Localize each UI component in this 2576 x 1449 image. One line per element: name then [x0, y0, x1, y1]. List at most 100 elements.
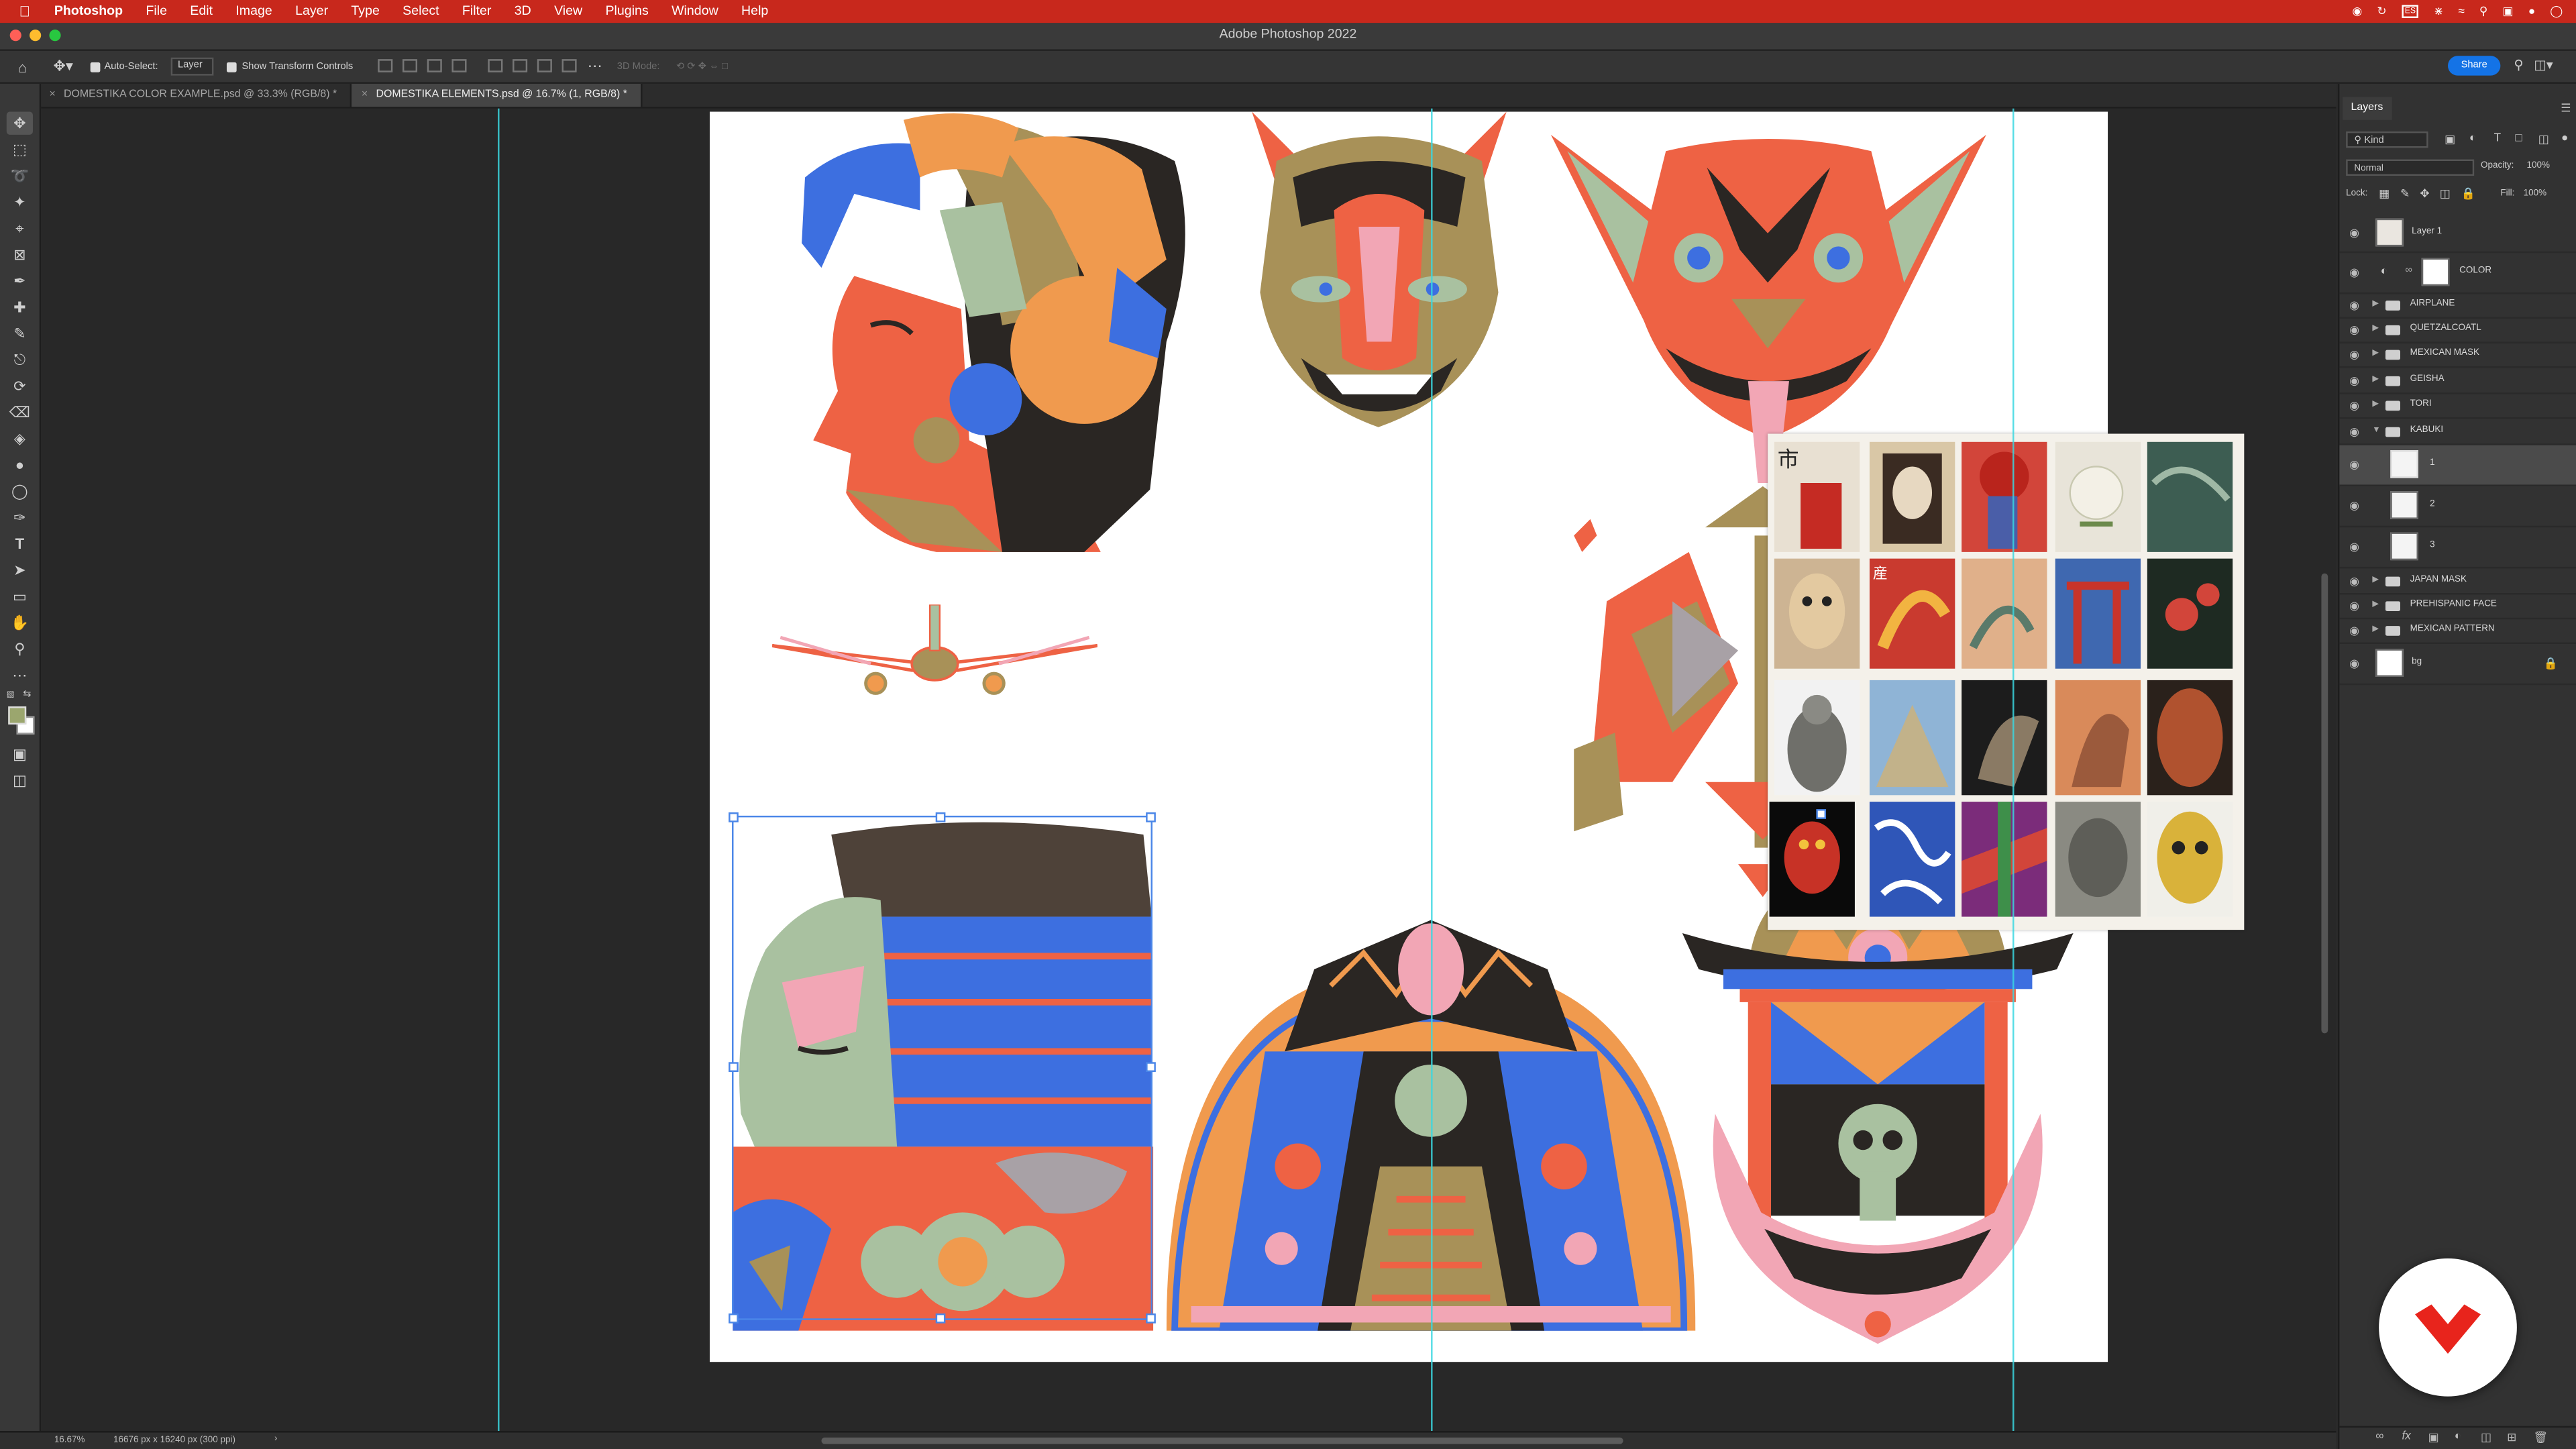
healing-brush-tool-icon[interactable]: ✚ [7, 296, 33, 319]
menu-edit[interactable]: Edit [178, 0, 224, 23]
swap-colors-icon[interactable]: ⇆ [23, 688, 31, 700]
chevron-right-icon[interactable]: ▶ [2372, 374, 2378, 384]
layer-row-quetzalcoatl[interactable]: ◉ ▶ QUETZALCOATL [2339, 319, 2576, 343]
default-colors-icon[interactable]: ▧ [7, 690, 15, 700]
align-right-icon[interactable] [427, 58, 442, 72]
menu-3d[interactable]: 3D [503, 0, 543, 23]
blend-mode-dropdown[interactable]: Normal [2346, 159, 2475, 176]
apple-icon[interactable]:  [16, 3, 32, 19]
filter-toggle-icon[interactable]: ● [2561, 133, 2568, 144]
fill-value[interactable]: 100% [2524, 189, 2546, 199]
chevron-right-icon[interactable]: ▶ [2372, 574, 2378, 584]
eye-icon[interactable]: ◉ [2349, 657, 2359, 670]
layer-row-1[interactable]: ◉ 1 [2339, 445, 2576, 486]
move-tool-icon[interactable]: ✥ [6, 111, 33, 135]
layer-filter-dropdown[interactable]: ⚲ Kind [2346, 131, 2428, 148]
add-mask-icon[interactable]: ▣ [2428, 1431, 2439, 1444]
horizontal-scrollbar[interactable] [821, 1437, 1623, 1444]
document-canvas[interactable]: 市 産 [709, 111, 2245, 1362]
menu-layer[interactable]: Layer [284, 0, 339, 23]
hand-tool-icon[interactable]: ✋ [7, 611, 33, 634]
chevron-right-icon[interactable]: ▶ [2372, 299, 2378, 309]
eye-icon[interactable]: ◉ [2349, 600, 2359, 612]
wifi-icon[interactable]: ≈ [2458, 6, 2464, 17]
airplane-artwork[interactable] [772, 604, 1097, 703]
tab-domestika-color-example[interactable]: × DOMESTIKA COLOR EXAMPLE.psd @ 33.3% (RG… [40, 83, 352, 107]
new-adjustment-icon[interactable]: ◐ [2455, 1431, 2461, 1442]
menu-image[interactable]: Image [224, 0, 284, 23]
eye-icon[interactable]: ◉ [2349, 425, 2359, 438]
eye-icon[interactable]: ◉ [2349, 323, 2359, 337]
chevron-right-icon[interactable]: › [274, 1434, 278, 1444]
marquee-tool-icon[interactable]: ⬚ [7, 138, 33, 161]
filter-adjustment-icon[interactable]: ◐ [2469, 133, 2476, 144]
layer-row-geisha[interactable]: ◉ ▶ GEISHA [2339, 368, 2576, 394]
menu-type[interactable]: Type [339, 0, 391, 23]
more-options-icon[interactable]: ⋯ [588, 58, 602, 76]
vertical-scrollbar[interactable] [2321, 573, 2328, 1034]
panel-menu-icon[interactable]: ☰ [2561, 102, 2571, 115]
sync-icon[interactable]: ↻ [2377, 5, 2386, 18]
guide-vertical[interactable] [498, 108, 500, 1432]
align-left-icon[interactable] [378, 58, 393, 72]
auto-select-checkbox[interactable]: Auto-Select: [89, 61, 158, 72]
search-icon[interactable]: ⚲ [2514, 58, 2523, 72]
layer-row-kabuki[interactable]: ◉ ▼ KABUKI [2339, 419, 2576, 445]
menu-plugins[interactable]: Plugins [594, 0, 660, 23]
creative-cloud-icon[interactable]: ◉ [2352, 5, 2362, 18]
menu-help[interactable]: Help [730, 0, 780, 23]
screen-mode-icon[interactable]: ◫ [7, 769, 33, 792]
eye-icon[interactable]: ◉ [2349, 458, 2359, 472]
filter-type-icon[interactable]: T [2494, 133, 2501, 144]
paint-bucket-tool-icon[interactable]: ◈ [7, 427, 33, 450]
layer-row-3[interactable]: ◉ 3 [2339, 527, 2576, 569]
eye-icon[interactable]: ◉ [2349, 374, 2359, 387]
magic-wand-tool-icon[interactable]: ✦ [7, 191, 33, 213]
lock-image-icon[interactable]: ✎ [2400, 187, 2410, 201]
new-layer-icon[interactable]: ⊞ [2507, 1431, 2516, 1444]
guide-vertical[interactable] [1431, 108, 1433, 1432]
eye-icon[interactable]: ◉ [2349, 625, 2359, 637]
distribute-icon[interactable] [561, 58, 576, 72]
layer-row-color[interactable]: ◉ ◐ ∞ COLOR [2339, 253, 2576, 294]
filter-smart-object-icon[interactable]: ◫ [2538, 133, 2549, 146]
lock-artboard-icon[interactable]: ◫ [2440, 187, 2451, 201]
lasso-tool-icon[interactable]: ➰ [7, 164, 33, 187]
layer-row-mexican-mask[interactable]: ◉ ▶ MEXICAN MASK [2339, 343, 2576, 368]
eyedropper-tool-icon[interactable]: ✒ [7, 270, 33, 292]
align-top-icon[interactable] [487, 58, 502, 72]
layer-row-2[interactable]: ◉ 2 [2339, 486, 2576, 528]
menu-filter[interactable]: Filter [451, 0, 503, 23]
frame-tool-icon[interactable]: ⊠ [7, 243, 33, 266]
tori-artwork[interactable] [1682, 867, 2074, 1344]
fx-icon[interactable]: fx [2402, 1431, 2410, 1442]
siri-icon[interactable]: ● [2528, 6, 2535, 17]
home-icon[interactable]: ⌂ [18, 58, 27, 74]
close-tab-icon[interactable]: × [49, 89, 55, 100]
tab-domestika-elements[interactable]: × DOMESTIKA ELEMENTS.psd @ 16.7% (1, RGB/… [352, 83, 642, 107]
delete-layer-icon[interactable]: 🗑 [2533, 1431, 2548, 1444]
chevron-right-icon[interactable]: ▶ [2372, 625, 2378, 635]
eye-icon[interactable]: ◉ [2349, 499, 2359, 513]
dodge-tool-icon[interactable]: ◯ [7, 480, 33, 502]
menu-file[interactable]: File [134, 0, 178, 23]
bluetooth-icon[interactable]: ⋇ [2434, 5, 2443, 18]
show-transform-checkbox[interactable]: Show Transform Controls [227, 61, 353, 72]
spotlight-search-icon[interactable]: ⚲ [2479, 5, 2488, 18]
align-center-icon[interactable] [402, 58, 417, 72]
blur-tool-icon[interactable]: ● [7, 453, 33, 476]
lock-position-icon[interactable]: ✥ [2420, 187, 2429, 201]
eye-icon[interactable]: ◉ [2349, 348, 2359, 362]
quick-mask-icon[interactable]: ▣ [7, 743, 33, 765]
eye-icon[interactable]: ◉ [2349, 574, 2359, 587]
menu-app-name[interactable]: Photoshop [43, 0, 135, 23]
chevron-right-icon[interactable]: ▶ [2372, 600, 2378, 610]
reference-collage-image[interactable]: 市 産 [1768, 433, 2245, 930]
menu-select[interactable]: Select [391, 0, 451, 23]
layer-row-japan-mask[interactable]: ◉ ▶ JAPAN MASK [2339, 568, 2576, 595]
type-tool-icon[interactable]: T [7, 532, 33, 555]
align-justify-icon[interactable] [451, 58, 467, 72]
share-button[interactable]: Share [2447, 56, 2501, 76]
workspace-icon[interactable]: ◫▾ [2534, 58, 2553, 72]
eye-icon[interactable]: ◉ [2349, 227, 2359, 239]
